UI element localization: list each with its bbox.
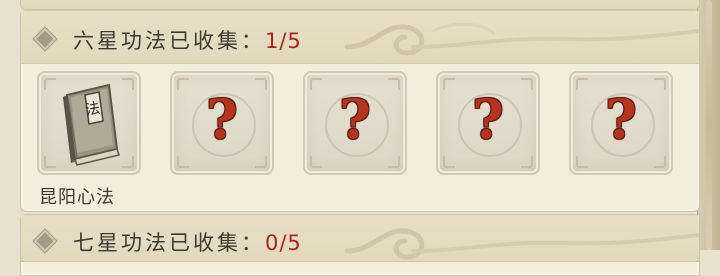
skill-slot-locked[interactable]: ?	[303, 71, 407, 175]
seven-star-section: 七星功法已收集：0/5	[20, 214, 700, 276]
six-star-count: 1/5	[265, 29, 302, 53]
six-star-header: 六星功法已收集：1/5	[21, 11, 699, 64]
previous-section-header	[21, 0, 699, 9]
cloud-swirl-ornament-icon	[344, 22, 699, 56]
diamond-ornament-icon	[33, 229, 57, 253]
six-star-title: 六星功法已收集：1/5	[73, 29, 302, 53]
question-mark-icon: ?	[605, 87, 637, 151]
diamond-ornament-icon	[33, 27, 57, 51]
previous-section-panel	[20, 0, 700, 10]
skill-slot-collected[interactable]: 法 昆阳心法	[37, 71, 141, 208]
question-mark-icon: ?	[206, 87, 238, 151]
skill-slot-locked[interactable]: ?	[569, 71, 673, 175]
question-mark-icon: ?	[339, 87, 371, 151]
seven-star-title: 七星功法已收集：0/5	[73, 231, 302, 255]
six-star-section: 六星功法已收集：1/5 法 昆阳心法 ? ? ? ?	[20, 10, 700, 212]
seven-star-header: 七星功法已收集：0/5	[21, 215, 699, 262]
cloud-swirl-ornament-icon	[344, 228, 699, 260]
svg-text:法: 法	[84, 99, 102, 119]
skill-name-label: 昆阳心法	[39, 187, 115, 208]
question-mark-icon: ?	[472, 87, 504, 151]
skill-slot-locked[interactable]: ?	[170, 71, 274, 175]
six-star-slot-row: 法 昆阳心法 ? ? ? ?	[37, 71, 687, 208]
seven-star-count: 0/5	[265, 231, 302, 255]
scrollbar-track[interactable]	[697, 0, 720, 250]
book-icon: 法	[63, 83, 120, 166]
skill-slot-locked[interactable]: ?	[436, 71, 540, 175]
